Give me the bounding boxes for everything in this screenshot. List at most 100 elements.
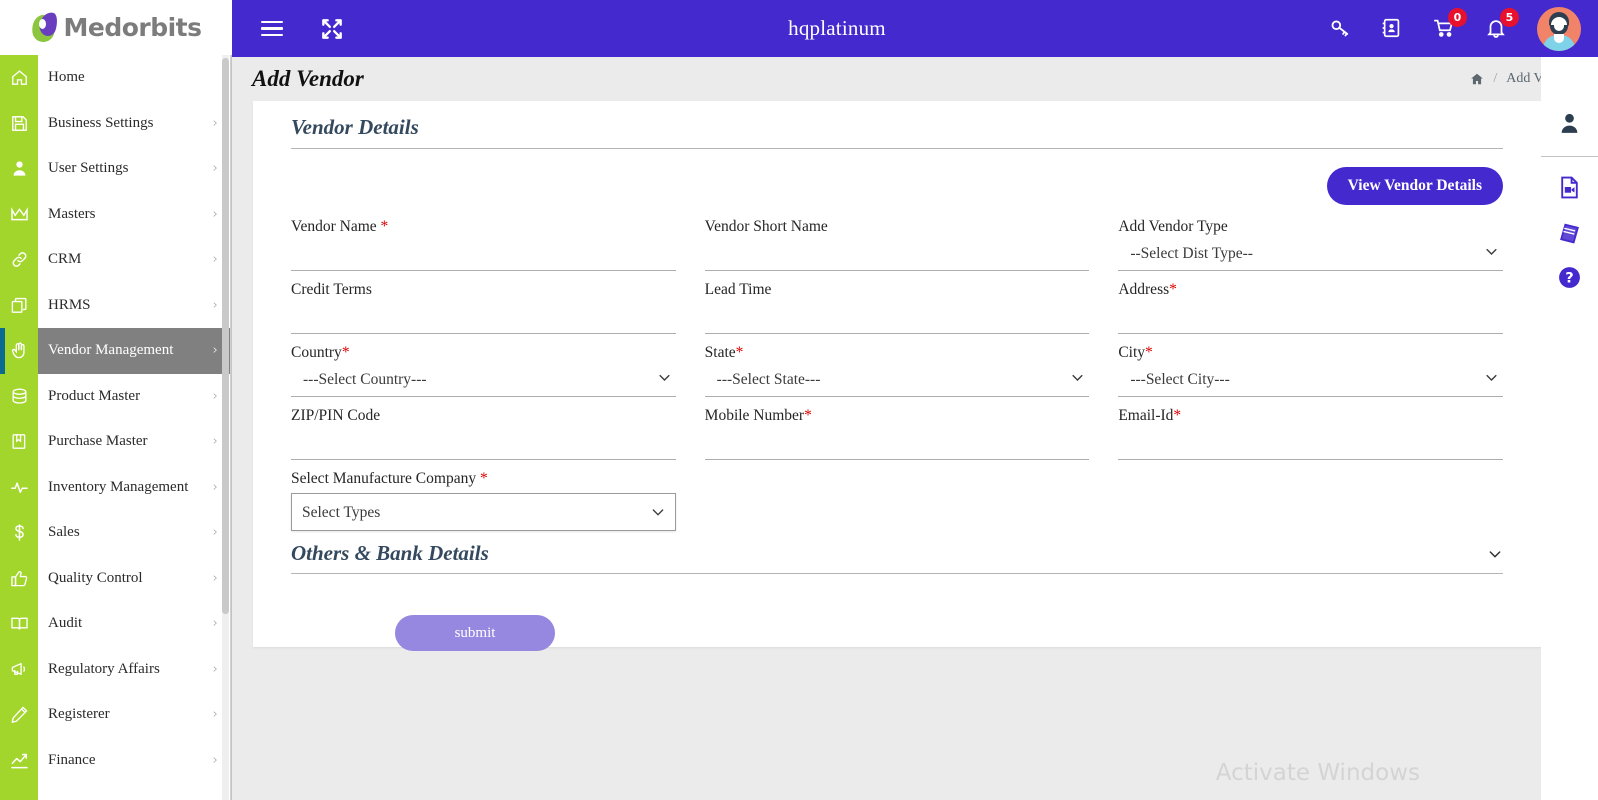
vendor-short-name-input[interactable] xyxy=(704,236,1090,271)
sidebar-item-masters[interactable]: Masters › xyxy=(38,191,232,237)
sidebar-item-label: Regulatory Affairs xyxy=(48,660,160,677)
view-vendor-details-button[interactable]: View Vendor Details xyxy=(1326,167,1503,205)
sidebar-item-label: Purchase Master xyxy=(48,433,148,450)
sidebar-scrollbar-thumb[interactable] xyxy=(222,58,229,614)
label-vendor-name: Vendor Name * xyxy=(291,218,389,235)
sidebar-item-regulatory-affairs[interactable]: Regulatory Affairs › xyxy=(38,646,232,692)
address-book-icon[interactable] xyxy=(1381,17,1405,41)
chevron-right-icon: › xyxy=(212,161,218,177)
state-select[interactable]: ---Select State--- xyxy=(704,362,1090,397)
sidebar-item-crm[interactable]: CRM › xyxy=(38,237,232,283)
label-vendor-type: Add Vendor Type xyxy=(1118,218,1228,235)
sidebar-item-label: Business Settings xyxy=(48,114,154,131)
label-address: Address* xyxy=(1118,281,1177,298)
sidebar-item-inventory-management[interactable]: Inventory Management › xyxy=(38,464,232,510)
sidebar-item-sales[interactable]: Sales › xyxy=(38,510,232,556)
books-icon[interactable] xyxy=(1557,220,1582,245)
link-icon[interactable] xyxy=(0,237,38,283)
field-lead-time: Lead Time xyxy=(704,271,1090,334)
pulse-icon[interactable] xyxy=(0,465,38,511)
label-mobile: Mobile Number* xyxy=(704,407,812,424)
credit-terms-input[interactable] xyxy=(291,299,676,334)
sidebar-item-label: Quality Control xyxy=(48,569,143,586)
sidebar-item-home[interactable]: Home xyxy=(38,55,232,101)
sidebar-item-hrms[interactable]: HRMS › xyxy=(38,282,232,328)
chevron-right-icon: › xyxy=(212,479,218,495)
top-navbar: hqplatinum 0 5 xyxy=(232,0,1598,57)
label-lead-time: Lead Time xyxy=(704,281,772,298)
vendor-type-select[interactable]: --Select Dist Type-- xyxy=(1118,236,1503,271)
hand-icon[interactable] xyxy=(0,328,38,374)
book-open-icon[interactable] xyxy=(0,419,38,465)
mobile-input[interactable] xyxy=(704,425,1090,460)
expand-arrows-icon[interactable] xyxy=(319,16,345,42)
sidebar-item-label: HRMS xyxy=(48,296,91,313)
country-select[interactable]: ---Select Country--- xyxy=(291,362,676,397)
chevron-right-icon: › xyxy=(212,752,218,768)
megaphone-icon[interactable] xyxy=(0,647,38,693)
sidebar-item-quality-control[interactable]: Quality Control › xyxy=(38,555,232,601)
sidebar-item-registerer[interactable]: Registerer › xyxy=(38,692,232,738)
sidebar-item-vendor-management[interactable]: Vendor Management › xyxy=(38,328,232,374)
app-title: hqplatinum xyxy=(788,16,886,40)
pencil-icon[interactable] xyxy=(0,692,38,738)
brand-name: Medorbits xyxy=(63,13,202,42)
profile-icon[interactable] xyxy=(1557,111,1582,136)
sidebar-item-business-settings[interactable]: Business Settings › xyxy=(38,100,232,146)
sidebar-item-purchase-master[interactable]: Purchase Master › xyxy=(38,419,232,465)
book-icon[interactable] xyxy=(0,601,38,647)
chevron-down-icon xyxy=(1487,546,1503,562)
rail-divider xyxy=(1541,156,1598,157)
required-marker: * xyxy=(1169,281,1177,298)
user-icon[interactable] xyxy=(0,146,38,192)
required-marker: * xyxy=(476,470,488,487)
sidebar-item-label: User Settings xyxy=(48,160,129,177)
city-select[interactable]: ---Select City--- xyxy=(1118,362,1503,397)
cart-icon[interactable]: 0 xyxy=(1433,7,1467,41)
save-icon[interactable] xyxy=(0,101,38,147)
sidebar-item-label: Registerer xyxy=(48,706,110,723)
crown-icon[interactable] xyxy=(0,192,38,238)
avatar[interactable] xyxy=(1537,6,1581,51)
email-input[interactable] xyxy=(1118,425,1503,460)
hamburger-icon[interactable] xyxy=(259,16,285,42)
label-city: City* xyxy=(1118,344,1153,361)
chevron-right-icon: › xyxy=(212,616,218,632)
lead-time-input[interactable] xyxy=(704,299,1090,334)
manufacture-company-select[interactable]: Select Types xyxy=(292,494,675,530)
chevron-right-icon: › xyxy=(212,388,218,404)
cart-badge: 0 xyxy=(1448,7,1467,27)
sidebar-item-audit[interactable]: Audit › xyxy=(38,601,232,647)
activate-windows-watermark: Activate Windows xyxy=(1215,760,1420,786)
vendor-form-grid: Vendor Name * Vendor Short Name Add Vend… xyxy=(275,205,1519,531)
dollar-icon[interactable] xyxy=(0,510,38,556)
chart-line-icon[interactable] xyxy=(0,738,38,784)
field-manufacture-company: Select Manufacture Company * Select Type… xyxy=(291,460,676,531)
vendor-details-card: Vendor Details View Vendor Details Vendo… xyxy=(253,101,1541,651)
bell-icon[interactable]: 5 xyxy=(1485,7,1519,41)
home-icon[interactable] xyxy=(0,55,38,101)
address-input[interactable] xyxy=(1118,299,1503,334)
help-circle-icon[interactable]: ? xyxy=(1557,265,1582,290)
video-file-icon[interactable] xyxy=(1557,175,1582,200)
sidebar-item-label: Audit xyxy=(48,615,83,632)
others-bank-details-toggle[interactable]: Others & Bank Details xyxy=(291,541,1503,574)
sidebar-item-product-master[interactable]: Product Master › xyxy=(38,373,232,419)
section-title: Vendor Details xyxy=(291,115,419,139)
sidebar-item-finance[interactable]: Finance › xyxy=(38,737,232,783)
sidebar-edge xyxy=(230,55,232,800)
chevron-right-icon: › xyxy=(212,707,218,723)
home-icon[interactable] xyxy=(1470,72,1484,86)
breadcrumb-separator: / xyxy=(1493,71,1498,86)
database-icon[interactable] xyxy=(0,374,38,420)
sidebar-item-label: Vendor Management xyxy=(48,342,174,359)
vendor-name-input[interactable] xyxy=(291,236,676,271)
copy-icon[interactable] xyxy=(0,283,38,329)
sidebar-item-user-settings[interactable]: User Settings › xyxy=(38,146,232,192)
submit-button[interactable]: submit xyxy=(395,615,555,651)
brand-logo[interactable]: Medorbits xyxy=(0,0,232,55)
key-icon[interactable] xyxy=(1329,17,1353,41)
zip-input[interactable] xyxy=(291,425,676,460)
thumbs-up-icon[interactable] xyxy=(0,556,38,602)
right-utility-rail: ? xyxy=(1541,57,1598,800)
